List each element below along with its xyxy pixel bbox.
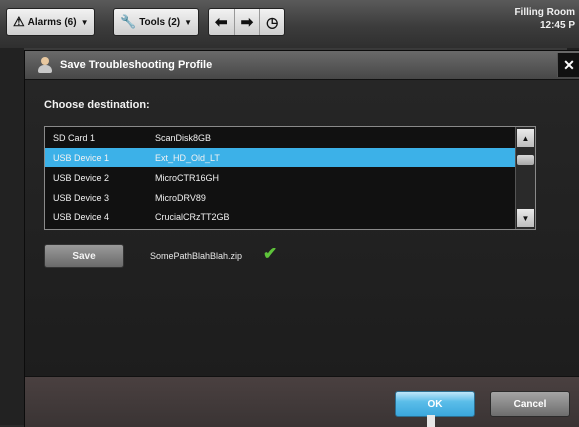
checkmark-icon: ✔ (263, 244, 278, 263)
scroll-thumb[interactable] (517, 155, 534, 165)
scroll-down-button[interactable]: ▼ (517, 209, 534, 227)
forward-button[interactable]: ➡ (235, 9, 261, 35)
triangle-up-icon: ▲ (521, 133, 530, 143)
device-name: USB Device 2 (53, 172, 110, 183)
top-toolbar: ⚠ Alarms (6) ▼ 🔧 Tools (2) ▼ ⬅ ➡ ◷ Filli… (0, 0, 579, 49)
list-item[interactable]: SD Card 1 ScanDisk8GB (45, 128, 515, 147)
choose-destination-label: Choose destination: (44, 99, 150, 111)
saved-file-path: SomePathBlahBlah.zip (150, 251, 243, 261)
device-name: SD Card 1 (53, 132, 96, 143)
status-clock: Filling Room 12:45 P (514, 6, 575, 32)
dialog-body: Choose destination: SD Card 1 ScanDisk8G… (25, 80, 579, 376)
wrench-icon: 🔧 (120, 14, 137, 29)
close-icon: ✕ (563, 56, 575, 73)
device-label: ScanDisk8GB (155, 132, 212, 143)
list-item[interactable]: USB Device 4 CrucialCRzTT2GB (45, 207, 515, 226)
chevron-down-icon: ▼ (184, 17, 193, 27)
alarms-group: ⚠ Alarms (6) ▼ (6, 8, 96, 36)
triangle-down-icon: ▼ (521, 213, 530, 223)
alarms-label: Alarms (6) (27, 16, 77, 28)
ok-button[interactable]: OK (395, 391, 475, 417)
warning-icon: ⚠ (13, 14, 25, 29)
arrow-right-icon: ➡ (240, 14, 254, 31)
close-button[interactable]: ✕ (557, 53, 579, 77)
alarms-button[interactable]: ⚠ Alarms (6) ▼ (7, 9, 94, 35)
list-item-selected[interactable]: USB Device 1 Ext_HD_Old_LT (45, 148, 515, 167)
touch-pointer (427, 415, 435, 427)
list-item[interactable]: USB Device 3 MicroDRV89 (45, 188, 515, 207)
chevron-down-icon: ▼ (80, 17, 89, 27)
device-label: MicroCTR16GH (155, 172, 220, 183)
arrow-left-icon: ⬅ (215, 14, 228, 31)
device-name: USB Device 4 (53, 211, 110, 222)
device-label: CrucialCRzTT2GB (155, 211, 230, 222)
backdrop-left (0, 48, 24, 425)
time-label: 12:45 P (539, 20, 575, 31)
cancel-button[interactable]: Cancel (490, 391, 570, 417)
history-button[interactable]: ◷ (260, 9, 284, 35)
dialog-title-bar: Save Troubleshooting Profile ✕ (25, 51, 579, 80)
save-profile-dialog: Save Troubleshooting Profile ✕ Choose de… (24, 50, 579, 427)
device-label: MicroDRV89 (155, 192, 206, 203)
list-scrollbar[interactable]: ▲ ▼ (515, 127, 535, 229)
device-name: USB Device 1 (53, 152, 110, 163)
scroll-up-button[interactable]: ▲ (517, 129, 534, 147)
location-label: Filling Room (514, 7, 575, 18)
tools-button[interactable]: 🔧 Tools (2) ▼ (114, 9, 198, 35)
save-button[interactable]: Save (44, 244, 124, 268)
tools-label: Tools (2) (139, 16, 181, 28)
destination-list[interactable]: SD Card 1 ScanDisk8GB USB Device 1 Ext_H… (44, 126, 536, 230)
device-name: USB Device 3 (53, 192, 110, 203)
tools-group: 🔧 Tools (2) ▼ (113, 8, 200, 36)
clock-icon: ◷ (266, 13, 279, 30)
device-label: Ext_HD_Old_LT (155, 152, 220, 163)
list-item[interactable]: USB Device 2 MicroCTR16GH (45, 168, 515, 187)
dialog-footer: OK Cancel (25, 376, 579, 427)
dialog-title: Save Troubleshooting Profile (60, 59, 213, 71)
nav-group: ⬅ ➡ ◷ (208, 8, 286, 36)
back-button[interactable]: ⬅ (209, 9, 235, 35)
user-icon (38, 57, 52, 73)
